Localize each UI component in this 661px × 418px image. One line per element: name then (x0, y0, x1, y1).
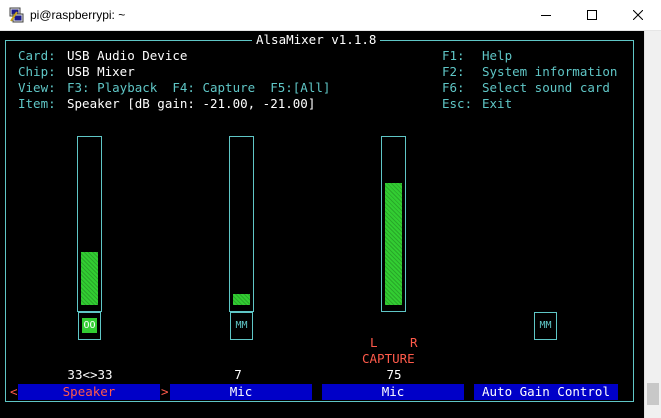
mic-capture-volume-value: 75 (386, 367, 402, 382)
chip-label: Chip: (18, 64, 56, 79)
mic-playback-volume-bar[interactable] (229, 136, 254, 312)
mic-playback-volume-value: 7 (234, 367, 242, 382)
channel-name-mic-playback[interactable]: Mic (170, 384, 312, 400)
mic-playback-volume-fill (233, 294, 250, 305)
maximize-icon (587, 10, 597, 20)
putty-icon (9, 7, 24, 23)
sysinfo-action: System information (482, 64, 618, 79)
minimize-button[interactable] (523, 0, 569, 31)
speaker-switch[interactable]: OO (78, 312, 101, 340)
mic-playback-switch[interactable]: MM (230, 312, 253, 340)
mic-playback-switch-state: MM (235, 320, 248, 331)
channel-name-mic-capture[interactable]: Mic (322, 384, 464, 400)
capture-label: CAPTURE (362, 351, 415, 366)
speaker-volume-value: 33<>33 (67, 367, 113, 382)
selected-left-arrow: < (10, 384, 18, 399)
help-action: Help (482, 48, 513, 63)
capture-right-indicator: R (410, 335, 418, 350)
selected-right-arrow: > (161, 384, 169, 399)
speaker-volume-fill (81, 252, 98, 305)
card-value: USB Audio Device (67, 48, 188, 63)
window-title: pi@raspberrypi: ~ (30, 8, 126, 22)
mic-capture-volume-bar[interactable] (381, 136, 406, 312)
auto-gain-switch[interactable]: MM (534, 312, 557, 340)
exit-key: Esc: (442, 96, 473, 111)
item-value: Speaker [dB gain: -21.00, -21.00] (67, 96, 316, 111)
view-label: View: (18, 80, 56, 95)
mic-capture-volume-fill (385, 183, 402, 305)
item-label: Item: (18, 96, 56, 111)
select-card-action: Select sound card (482, 80, 610, 95)
auto-gain-switch-state: MM (539, 320, 552, 331)
terminal-scrollbar[interactable] (644, 31, 661, 418)
sysinfo-key: F2: (442, 64, 465, 79)
title-bar[interactable]: pi@raspberrypi: ~ (0, 0, 661, 31)
capture-left-indicator: L (370, 335, 378, 350)
speaker-switch-state: OO (82, 318, 97, 333)
channel-name-speaker[interactable]: Speaker (18, 384, 160, 400)
select-card-key: F6: (442, 80, 465, 95)
mixer-title: AlsaMixer v1.1.8 (252, 32, 381, 48)
minimize-icon (541, 15, 551, 16)
terminal-area[interactable]: AlsaMixer v1.1.8 Card: USB Audio Device … (0, 31, 661, 418)
card-label: Card: (18, 48, 56, 63)
view-value: F3: Playback F4: Capture F5:[All] (67, 80, 331, 95)
close-button[interactable] (615, 0, 661, 31)
chip-value: USB Mixer (67, 64, 135, 79)
help-key: F1: (442, 48, 465, 63)
maximize-button[interactable] (569, 0, 615, 31)
exit-action: Exit (482, 96, 513, 111)
channel-name-auto-gain[interactable]: Auto Gain Control (474, 384, 618, 400)
scrollbar-thumb[interactable] (647, 383, 659, 405)
speaker-volume-bar[interactable] (77, 136, 102, 312)
close-icon (633, 10, 643, 20)
